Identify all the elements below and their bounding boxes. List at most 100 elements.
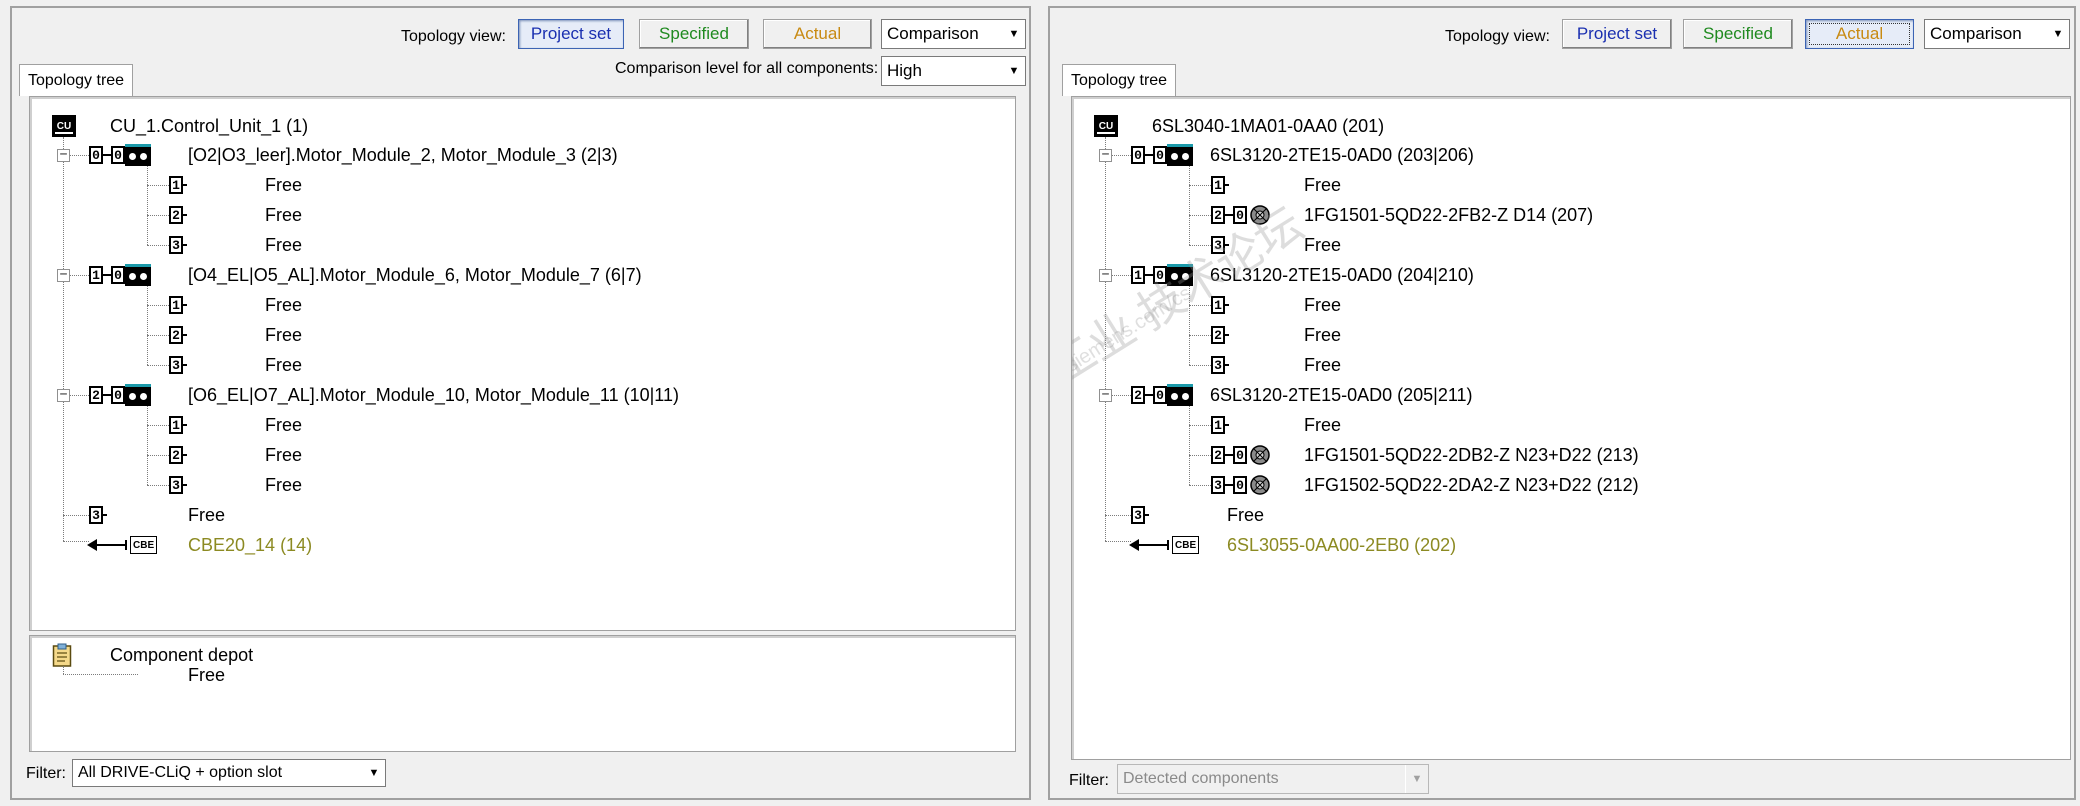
project-topology-panel: Topology view: Project set Specified Act… [10,6,1031,800]
tree-node-label[interactable]: Free [188,664,225,686]
port-icon: 3 [1211,234,1229,256]
motor-module-node-icon: 0 0 [89,144,151,166]
comparison-level-label: Comparison level for all components: [615,60,879,77]
view-mode-select[interactable]: Comparison ▼ [881,19,1026,49]
project-set-button[interactable]: Project set [518,19,624,49]
filter-value: Detected components [1123,770,1279,787]
motor-module-node-icon: 2 0 [89,384,151,406]
port-icon: 3 [89,504,107,526]
tab-topology-tree[interactable]: Topology tree [1062,64,1177,96]
actual-button[interactable]: Actual [1805,19,1914,49]
motor-icon [1250,205,1270,225]
port-icon: 3 [169,474,187,496]
tree-node-label[interactable]: Free [1304,234,1341,256]
actual-button[interactable]: Actual [763,19,872,49]
topology-view-label: Topology view: [401,28,506,45]
port-icon: 3 [1211,354,1229,376]
port-icon: 2 [169,444,187,466]
chevron-down-icon: ▼ [362,760,385,786]
motor-module-node-icon: 2 0 [1131,384,1193,406]
tree-root-label[interactable]: 6SL3040-1MA01-0AA0 (201) [1152,115,1384,137]
motor-node-icon: 2 0 [1211,204,1271,226]
port-icon: 1 [1211,414,1229,436]
topology-tree: CU 6SL3040-1MA01-0AA0 (201) − 0 0 6SL312… [1071,96,2071,760]
motor-module-node-icon: 1 0 [89,264,151,286]
port-icon: 1 [1211,294,1229,316]
filter-select[interactable]: Detected components ▼ [1117,764,1429,794]
collapse-icon[interactable]: − [57,388,70,402]
control-unit-icon: CU [1094,115,1118,137]
tree-node-label[interactable]: [O4_EL|O5_AL].Motor_Module_6, Motor_Modu… [188,264,642,286]
motor-icon [1250,445,1270,465]
chevron-down-icon: ▼ [1405,765,1428,793]
actual-topology-panel: Topology view: Project set Specified Act… [1048,6,2076,800]
collapse-icon[interactable]: − [1099,268,1112,282]
tree-node-label[interactable]: Free [265,354,302,376]
port-icon: 2 [169,204,187,226]
tree-node-label[interactable]: 1FG1501-5QD22-2FB2-Z D14 (207) [1304,204,1593,226]
tree-node-label[interactable]: Free [265,294,302,316]
watermark-url: support.industry.siemens.com/cs [1071,281,1196,455]
motor-icon [1250,475,1270,495]
tree-node-label[interactable]: 6SL3120-2TE15-0AD0 (203|206) [1210,144,1474,166]
watermark: 西门子工业 技术论坛 [1071,197,1312,468]
port-icon: 1 [169,174,187,196]
tree-node-label[interactable]: Free [1304,414,1341,436]
tree-node-label[interactable]: Free [188,504,225,526]
tree-node-label[interactable]: Free [1304,294,1341,316]
chevron-down-icon: ▼ [2046,20,2069,48]
tree-node-label[interactable]: Free [1304,174,1341,196]
tree-node-label[interactable]: 6SL3120-2TE15-0AD0 (205|211) [1210,384,1473,406]
collapse-icon[interactable]: − [1099,148,1112,162]
filter-label: Filter: [1069,772,1109,789]
clipboard-icon [52,643,72,667]
tree-node-label[interactable]: CBE20_14 (14) [188,534,312,556]
collapse-icon[interactable]: − [57,148,70,162]
tree-node-label[interactable]: 1FG1502-5QD22-2DA2-Z N23+D22 (212) [1304,474,1639,496]
port-icon: 2 [169,324,187,346]
port-icon: 3 [169,354,187,376]
tree-node-label[interactable]: Free [1304,354,1341,376]
tree-node-label[interactable]: Free [1227,504,1264,526]
tree-node-label[interactable]: Free [265,174,302,196]
specified-button[interactable]: Specified [639,19,749,49]
view-mode-value: Comparison [887,24,979,43]
port-icon: 2 [1211,324,1229,346]
tab-topology-tree[interactable]: Topology tree [19,64,134,96]
tree-node-label[interactable]: [O2|O3_leer].Motor_Module_2, Motor_Modul… [188,144,618,166]
port-icon: 3 [169,234,187,256]
filter-select[interactable]: All DRIVE-CLiQ + option slot ▼ [72,759,386,787]
tree-node-label[interactable]: 6SL3120-2TE15-0AD0 (204|210) [1210,264,1474,286]
tree-node-label[interactable]: [O6_EL|O7_AL].Motor_Module_10, Motor_Mod… [188,384,679,406]
collapse-icon[interactable]: − [1099,388,1112,402]
specified-button[interactable]: Specified [1683,19,1793,49]
comparison-level-select[interactable]: High ▼ [881,56,1026,86]
view-mode-select[interactable]: Comparison ▼ [1924,19,2070,49]
tree-node-label[interactable]: Free [265,474,302,496]
chevron-down-icon: ▼ [1002,20,1025,48]
depot-title[interactable]: Component depot [110,644,253,666]
tree-node-label[interactable]: Free [265,444,302,466]
view-mode-value: Comparison [1930,24,2022,43]
filter-value: All DRIVE-CLiQ + option slot [78,764,283,781]
cbe-icon: CBE [87,534,158,556]
control-unit-icon: CU [52,115,76,137]
project-set-button[interactable]: Project set [1562,19,1672,49]
cbe-icon: CBE [1129,534,1200,556]
motor-module-node-icon: 1 0 [1131,264,1193,286]
tree-node-label[interactable]: Free [1304,324,1341,346]
port-icon: 3 [1131,504,1149,526]
topology-tree: CU CU_1.Control_Unit_1 (1) − 0 0 [O2|O3_… [29,96,1016,631]
tree-node-label[interactable]: Free [265,324,302,346]
motor-module-node-icon: 0 0 [1131,144,1193,166]
tree-node-label[interactable]: Free [265,204,302,226]
port-icon: 1 [169,414,187,436]
topology-view-label: Topology view: [1445,28,1550,45]
tree-root-label[interactable]: CU_1.Control_Unit_1 (1) [110,115,308,137]
tree-node-label[interactable]: Free [265,414,302,436]
tree-node-label[interactable]: Free [265,234,302,256]
collapse-icon[interactable]: − [57,268,70,282]
component-depot: Component depot Free [29,635,1016,752]
tree-node-label[interactable]: 1FG1501-5QD22-2DB2-Z N23+D22 (213) [1304,444,1639,466]
tree-node-label[interactable]: 6SL3055-0AA00-2EB0 (202) [1227,534,1456,556]
